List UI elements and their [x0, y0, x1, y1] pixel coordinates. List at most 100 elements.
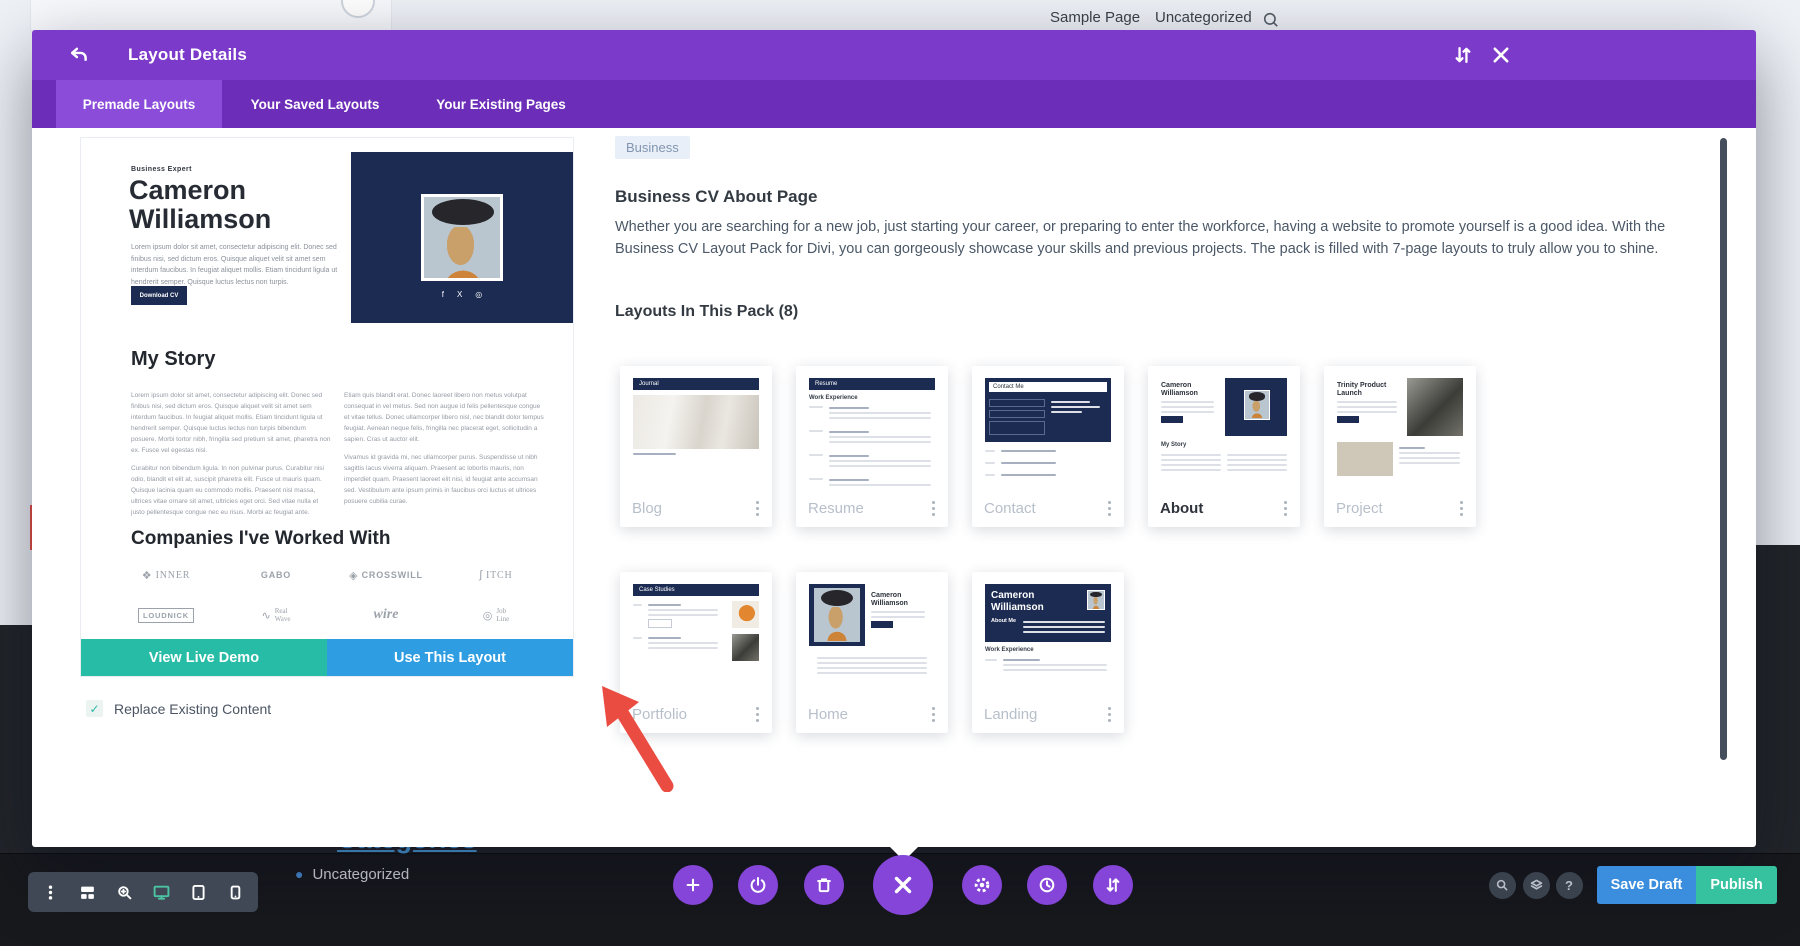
layout-card-project[interactable]: Trinity Product Launch Project — [1324, 366, 1476, 527]
power-icon[interactable] — [738, 865, 778, 905]
company-logo-gabo: GABO — [221, 562, 331, 588]
modal-title: Layout Details — [128, 30, 247, 80]
kebab-menu-icon[interactable] — [1281, 498, 1290, 519]
kebab-menu-icon[interactable] — [1457, 498, 1466, 519]
social-icons: f X ◎ — [351, 290, 573, 299]
portrait-photo — [421, 194, 503, 281]
layout-card-home[interactable]: Cameron WilliamsonHome — [796, 572, 948, 733]
layout-thumbnail: Journal — [633, 378, 759, 486]
preview-story-heading: My Story — [131, 348, 215, 371]
save-draft-button[interactable]: Save Draft — [1597, 866, 1696, 904]
desktop-icon[interactable] — [153, 884, 170, 901]
layout-card-about[interactable]: Cameron WilliamsonMy StoryAbout — [1148, 366, 1300, 527]
search-icon[interactable] — [1489, 872, 1516, 899]
tab-your-existing-pages[interactable]: Your Existing Pages — [408, 80, 594, 128]
kebab-menu-icon[interactable] — [753, 704, 762, 725]
preview-action-buttons: View Live Demo Use This Layout — [81, 639, 573, 676]
layout-card-blog[interactable]: Journal Blog — [620, 366, 772, 527]
preview-companies-heading: Companies I've Worked With — [131, 528, 391, 550]
settings-icon[interactable] — [962, 865, 1002, 905]
layout-pack-title: Business CV About Page — [615, 187, 817, 207]
layout-thumbnail: Cameron WilliamsonMy Story — [1161, 378, 1287, 486]
replace-content-checkbox[interactable]: ✓ — [86, 700, 103, 717]
story-column-1: Lorem ipsum dolor sit amet, consectetur … — [131, 390, 331, 526]
layout-name: Blog — [632, 500, 662, 517]
story-column-2: Etiam quis blandit erat. Donec laoreet l… — [344, 390, 544, 514]
sort-icon[interactable] — [1093, 865, 1133, 905]
layout-details-modal: Layout Details Premade LayoutsYour Saved… — [32, 30, 1756, 847]
layout-thumbnail: ResumeWork Experience — [809, 378, 935, 486]
tab-premade-layouts[interactable]: Premade Layouts — [56, 80, 222, 128]
x-icon: X — [457, 290, 462, 299]
layout-card-resume[interactable]: ResumeWork Experience Resume — [796, 366, 948, 527]
facebook-icon: f — [442, 290, 444, 299]
kebab-menu-icon[interactable] — [42, 884, 59, 901]
company-logo-inner: ❖INNER — [111, 562, 221, 588]
preview-eyebrow: Business Expert — [131, 166, 192, 173]
layout-preview-panel: Business Expert Cameron Williamson Lorem… — [80, 137, 574, 677]
replace-existing-content-row: ✓ Replace Existing Content — [86, 700, 271, 717]
company-logo-crosswill: ◈CROSSWILL — [331, 562, 441, 588]
phone-icon[interactable] — [227, 884, 244, 901]
layout-pack-description: Whether you are searching for a new job,… — [615, 216, 1677, 260]
instagram-icon: ◎ — [475, 290, 482, 299]
kebab-menu-icon[interactable] — [929, 498, 938, 519]
close-icon[interactable] — [1490, 44, 1512, 66]
layout-name: Resume — [808, 500, 864, 517]
layout-name: Contact — [984, 500, 1036, 517]
company-logos: ❖INNERGABO◈CROSSWILLʃITCH LOUDNICK∿RealWa… — [111, 562, 551, 628]
magnifier-icon[interactable] — [1262, 11, 1280, 29]
history-icon[interactable] — [1027, 865, 1067, 905]
category-list-item[interactable]: ●Uncategorized — [295, 866, 409, 883]
bullet-icon: ● — [295, 866, 303, 882]
grid-icon[interactable] — [79, 884, 96, 901]
view-live-demo-button[interactable]: View Live Demo — [81, 639, 327, 676]
close-icon[interactable] — [873, 855, 933, 915]
company-logo-job-line: ◎JobLine — [441, 602, 551, 628]
kebab-menu-icon[interactable] — [1105, 704, 1114, 725]
sort-icon[interactable] — [1452, 44, 1474, 66]
kebab-menu-icon[interactable] — [1105, 498, 1114, 519]
kebab-menu-icon[interactable] — [929, 704, 938, 725]
download-cv-button: Download CV — [131, 286, 187, 305]
annotation-arrow — [572, 674, 684, 792]
kebab-menu-icon[interactable] — [753, 498, 762, 519]
layout-thumbnail: Cameron WilliamsonAbout MeWork Experienc… — [985, 584, 1111, 692]
preview-hero-name: Cameron Williamson — [129, 176, 299, 233]
layout-name: Landing — [984, 706, 1037, 723]
nav-link-sample-page[interactable]: Sample Page — [1050, 9, 1140, 26]
tab-your-saved-layouts[interactable]: Your Saved Layouts — [222, 80, 408, 128]
replace-content-label: Replace Existing Content — [114, 701, 271, 717]
use-this-layout-button[interactable]: Use This Layout — [327, 639, 573, 676]
tablet-icon[interactable] — [190, 884, 207, 901]
back-icon[interactable] — [68, 44, 90, 66]
company-logo-loudnick: LOUDNICK — [111, 602, 221, 628]
company-logo-wire: wire — [331, 602, 441, 628]
preview-hero-photo-panel: f X ◎ — [351, 152, 573, 323]
help-icon[interactable]: ? — [1556, 872, 1583, 899]
modal-header: Layout Details — [32, 30, 1756, 80]
plus-icon[interactable] — [673, 865, 713, 905]
layout-card-contact[interactable]: Contact Me Contact — [972, 366, 1124, 527]
trash-icon[interactable] — [804, 865, 844, 905]
preview-hero-paragraph: Lorem ipsum dolor sit amet, consectetur … — [131, 242, 345, 288]
layout-name: Project — [1336, 500, 1383, 517]
page-dark-section-right — [1753, 545, 1800, 635]
background-panel — [30, 0, 392, 31]
company-logo-real-wave: ∿RealWave — [221, 602, 331, 628]
layers-icon[interactable] — [1523, 872, 1550, 899]
layout-thumbnail: Trinity Product Launch — [1337, 378, 1463, 486]
layouts-in-pack-heading: Layouts In This Pack (8) — [615, 303, 798, 321]
zoom-icon[interactable] — [116, 884, 133, 901]
layout-thumbnail: Contact Me — [985, 378, 1111, 486]
page: Sample Page Uncategorized Categories ●Un… — [0, 0, 1800, 946]
company-logo-itch: ʃITCH — [441, 562, 551, 588]
category-badge[interactable]: Business — [615, 136, 690, 159]
modal-scrollbar[interactable] — [1720, 138, 1727, 760]
modal-tabbar: Premade LayoutsYour Saved LayoutsYour Ex… — [32, 80, 1756, 128]
responsive-toolbar — [28, 872, 258, 912]
layout-thumbnail: Cameron Williamson — [809, 584, 935, 692]
publish-button[interactable]: Publish — [1696, 866, 1777, 904]
nav-link-uncategorized[interactable]: Uncategorized — [1155, 9, 1252, 26]
layout-card-landing[interactable]: Cameron WilliamsonAbout MeWork Experienc… — [972, 572, 1124, 733]
